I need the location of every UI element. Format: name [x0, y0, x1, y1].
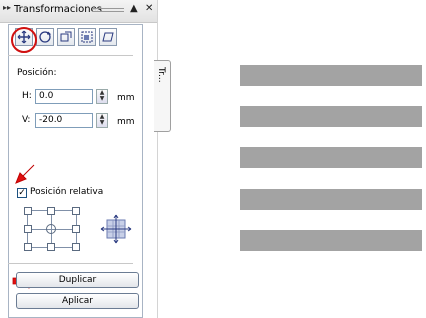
buttons-divider	[8, 263, 133, 264]
red-arrow-checkbox-icon	[15, 164, 35, 184]
drag-grip[interactable]	[92, 8, 124, 14]
anchor-bottom-right[interactable]	[72, 243, 80, 251]
close-icon[interactable]: ✕	[145, 3, 153, 14]
toolbar-divider	[8, 55, 133, 56]
anchor-bottom-left[interactable]	[24, 243, 32, 251]
anchor-top-right[interactable]	[72, 207, 80, 215]
highlight-circle	[11, 27, 37, 53]
duplicate-button[interactable]: Duplicar	[16, 272, 139, 288]
anchor-middle-left[interactable]	[24, 225, 32, 233]
transformations-docker: ▸▸ Transformaciones ▲ ✕ Posición: H: 0.0…	[0, 0, 158, 318]
docker-side-tab[interactable]: Tr...	[154, 60, 171, 132]
apply-button[interactable]: Aplicar	[16, 293, 139, 309]
v-unit: mm	[117, 117, 135, 127]
stripe-rectangle[interactable]	[240, 65, 422, 86]
docker-title: Transformaciones	[14, 4, 102, 15]
h-label: H:	[22, 91, 32, 101]
anchor-middle-right[interactable]	[72, 225, 80, 233]
relative-position-checkbox[interactable]: ✓	[17, 188, 27, 198]
anchor-top-left[interactable]	[24, 207, 32, 215]
v-spinner[interactable]: ▲ ▼	[96, 113, 108, 128]
scale-icon[interactable]	[57, 28, 75, 46]
h-spinner[interactable]: ▲ ▼	[96, 89, 108, 104]
anchor-bottom-center[interactable]	[47, 243, 55, 251]
anchor-center[interactable]	[46, 224, 56, 234]
stripe-rectangle[interactable]	[240, 230, 422, 251]
anchor-point-selector	[24, 207, 82, 251]
relative-position-label: Posición relativa	[30, 187, 104, 197]
size-icon[interactable]	[78, 28, 96, 46]
stripe-rectangle[interactable]	[240, 106, 422, 127]
position-section-label: Posición:	[17, 68, 57, 78]
rotate-icon[interactable]	[36, 28, 54, 46]
stripe-rectangle[interactable]	[240, 147, 422, 168]
anchor-preview-icon	[100, 214, 132, 244]
pin-icon[interactable]: ▲	[130, 3, 138, 14]
collapse-arrows-icon[interactable]: ▸▸	[3, 3, 11, 12]
stripe-rectangle[interactable]	[240, 189, 422, 210]
side-tab-label: Tr...	[156, 67, 166, 83]
skew-icon[interactable]	[99, 28, 117, 46]
h-unit: mm	[117, 93, 135, 103]
docker-titlebar: ▸▸ Transformaciones ▲ ✕	[0, 0, 157, 23]
v-position-field[interactable]: -20.0	[35, 113, 93, 128]
v-label: V:	[22, 115, 31, 125]
h-position-field[interactable]: 0.0	[35, 89, 93, 104]
anchor-top-center[interactable]	[47, 207, 55, 215]
